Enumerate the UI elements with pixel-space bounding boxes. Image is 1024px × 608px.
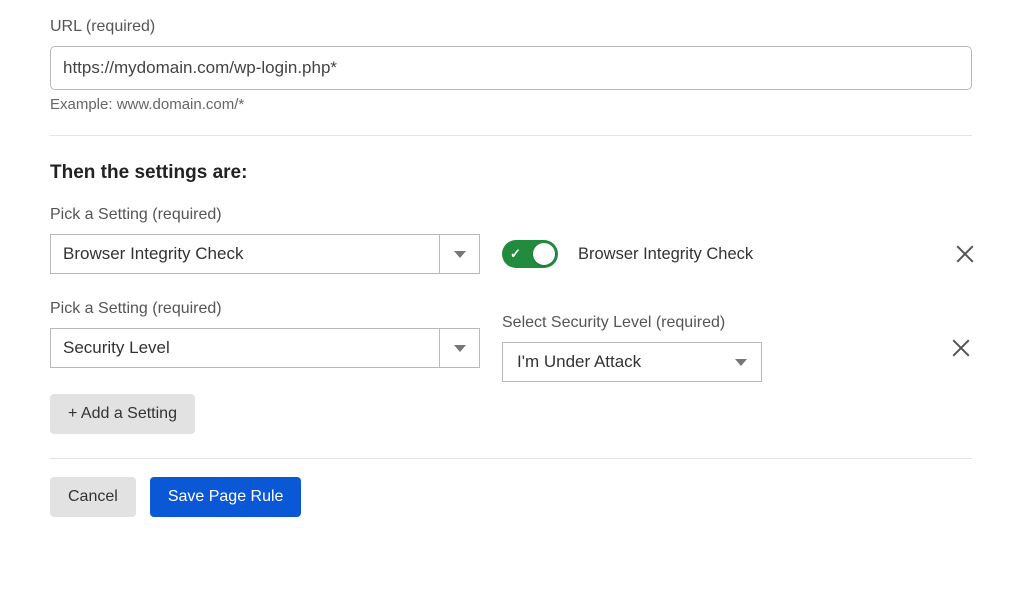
add-setting-button[interactable]: + Add a Setting <box>50 394 195 434</box>
toggle-knob <box>533 243 555 265</box>
pick-setting-select[interactable]: Security Level <box>50 328 480 368</box>
divider-top <box>50 135 972 136</box>
security-level-select-label: Select Security Level (required) <box>502 314 762 332</box>
url-field-block: URL (required) Example: www.domain.com/* <box>50 18 972 113</box>
chevron-down-icon <box>439 329 479 367</box>
url-hint: Example: www.domain.com/* <box>50 96 972 113</box>
divider-bottom <box>50 458 972 459</box>
toggle-label: Browser Integrity Check <box>578 245 753 264</box>
setting-row: Pick a Setting (required) Browser Integr… <box>50 206 972 274</box>
cancel-button[interactable]: Cancel <box>50 477 136 517</box>
pick-setting-label: Pick a Setting (required) <box>50 300 480 318</box>
chevron-down-icon <box>439 235 479 273</box>
settings-section-title: Then the settings are: <box>50 162 972 184</box>
security-level-value: I'm Under Attack <box>517 352 641 372</box>
save-page-rule-button[interactable]: Save Page Rule <box>150 477 302 517</box>
setting-value-toggle: ✓ Browser Integrity Check <box>502 234 932 274</box>
remove-setting-button[interactable] <box>950 337 972 359</box>
check-icon: ✓ <box>510 246 521 262</box>
url-input[interactable] <box>50 46 972 90</box>
action-bar: Cancel Save Page Rule <box>50 477 972 517</box>
chevron-down-icon <box>735 359 747 366</box>
security-level-select[interactable]: I'm Under Attack <box>502 342 762 382</box>
browser-integrity-toggle[interactable]: ✓ <box>502 240 558 268</box>
pick-setting-label: Pick a Setting (required) <box>50 206 480 224</box>
setting-row: Pick a Setting (required) Security Level… <box>50 300 972 368</box>
url-label: URL (required) <box>50 18 972 36</box>
pick-setting-value: Browser Integrity Check <box>51 235 439 273</box>
pick-setting-value: Security Level <box>51 329 439 367</box>
remove-setting-button[interactable] <box>954 243 976 265</box>
pick-setting-select[interactable]: Browser Integrity Check <box>50 234 480 274</box>
